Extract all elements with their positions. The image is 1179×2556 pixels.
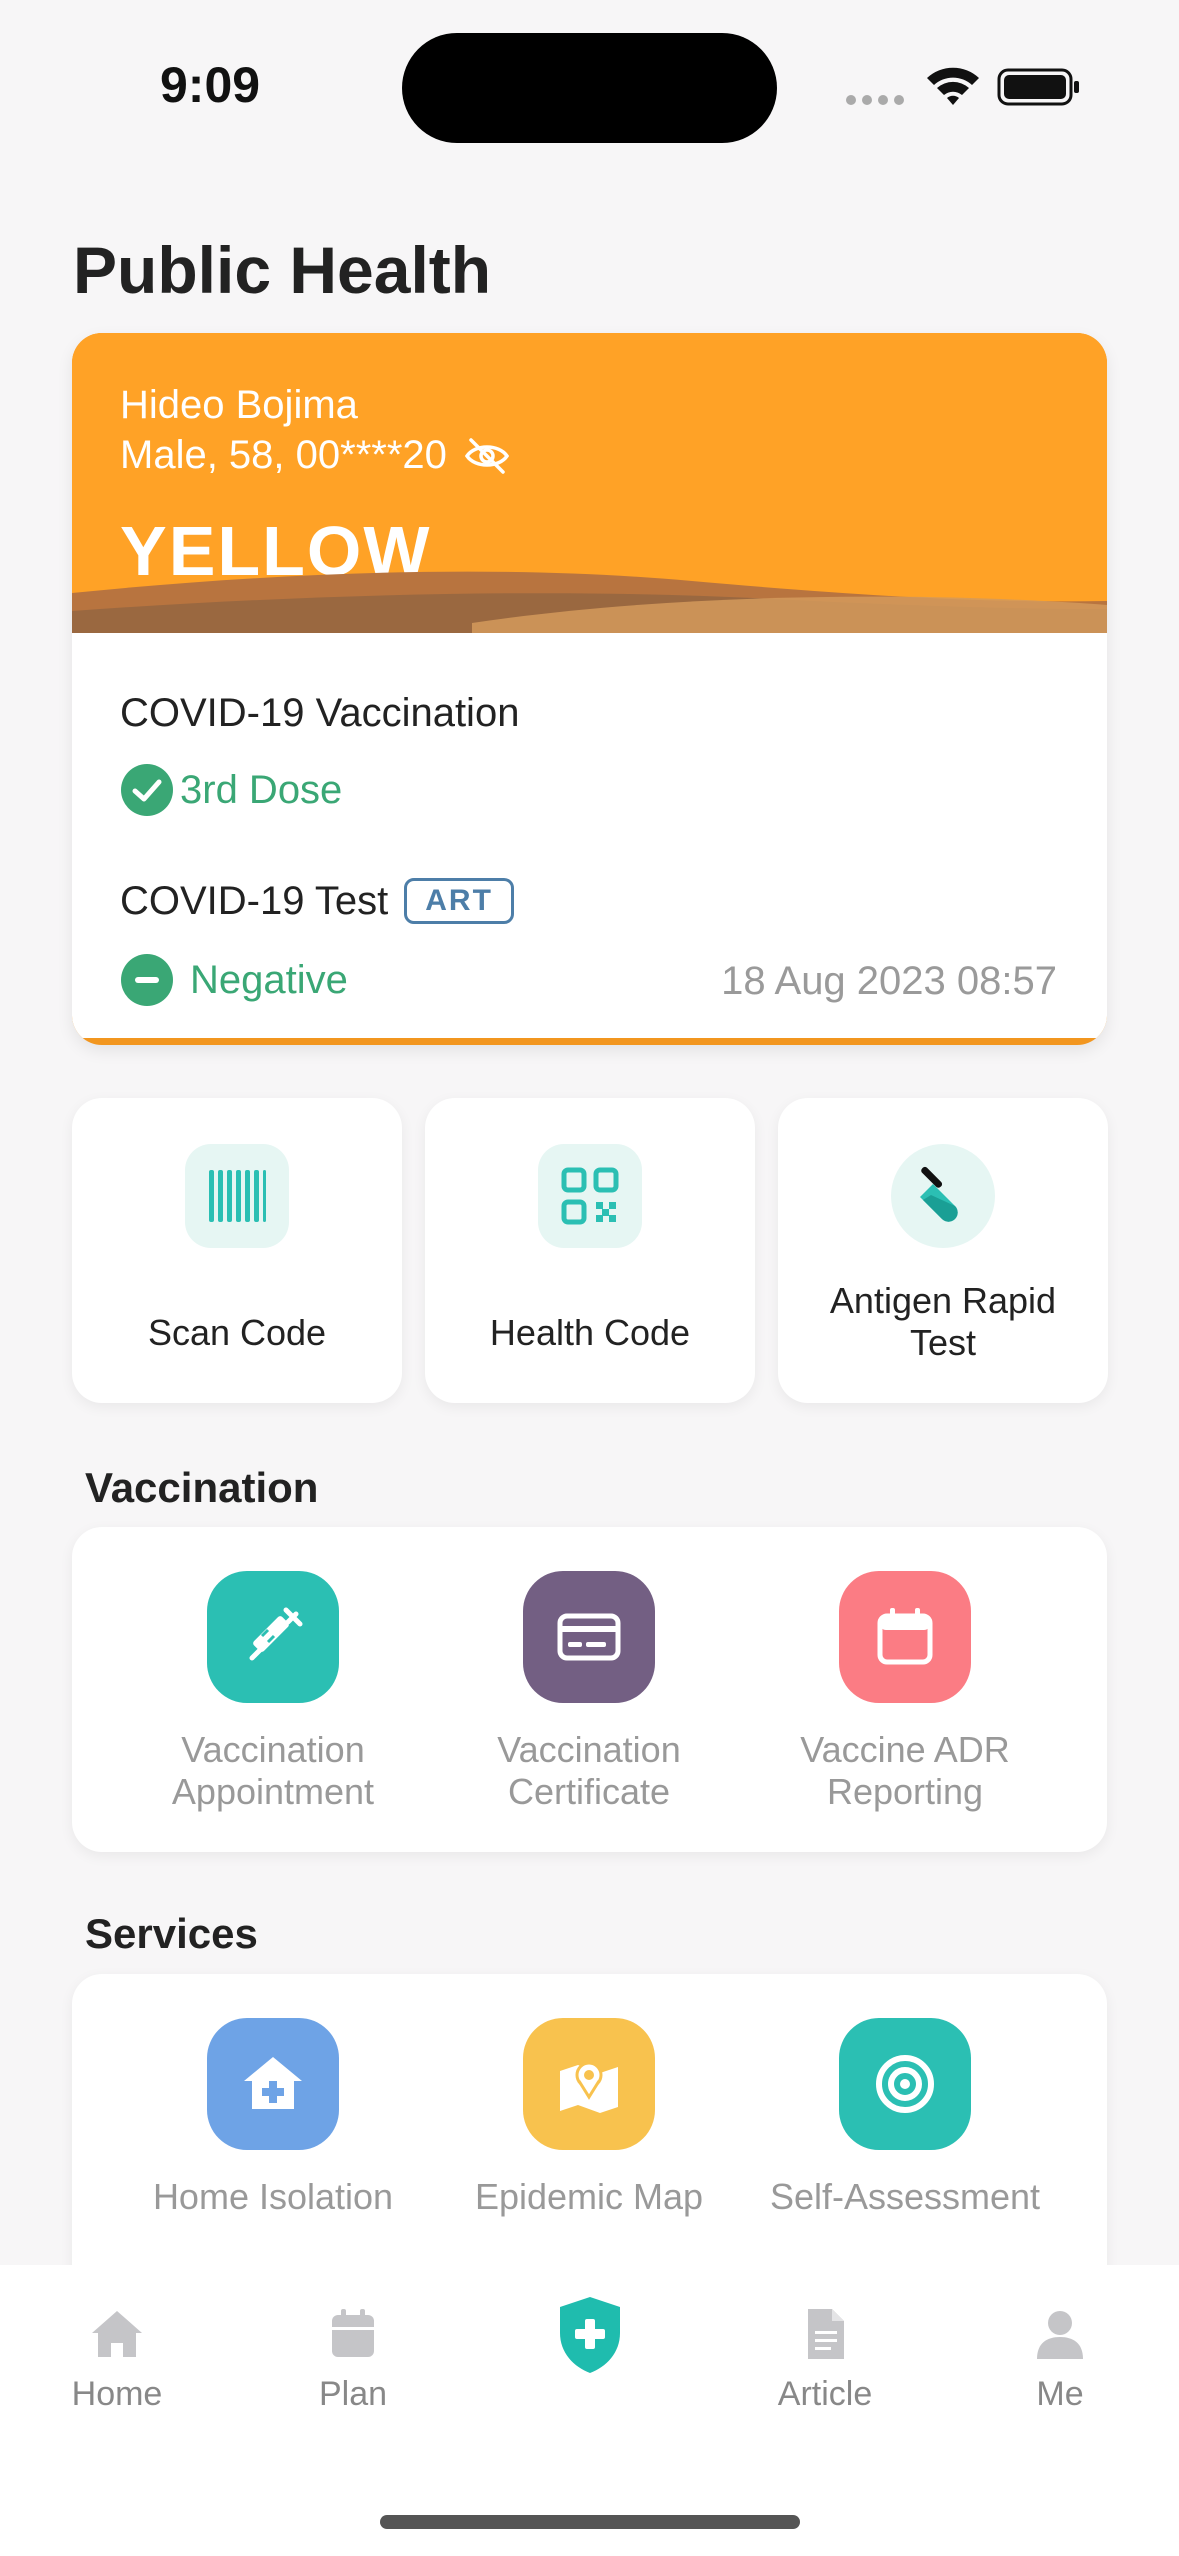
nav-article-label: Article [777, 2375, 873, 2413]
antigen-test-label-line1: Antigen Rapid [829, 1280, 1057, 1321]
calendar-icon-wrap [839, 1571, 971, 1703]
test-date: 18 Aug 2023 08:57 [721, 959, 1057, 1003]
person-icon [1037, 2311, 1083, 2359]
test-type-badge: ART [404, 878, 514, 924]
vaccination-appointment-button[interactable]: Vaccination Appointment [123, 1571, 423, 1813]
nav-home[interactable]: Home [32, 2305, 202, 2414]
vaccination-card: Vaccination Appointment Vaccination Cert… [72, 1527, 1107, 1852]
bottom-nav: Home Plan Article Me [0, 2265, 1179, 2556]
vaccination-appointment-label: Vaccination Appointment [123, 1729, 423, 1813]
health-status-card[interactable]: Hideo Bojima Male, 58, 00****20 YELLOW C… [72, 333, 1107, 1045]
cellular-signal-icon [846, 95, 904, 105]
qr-code-icon [561, 1167, 619, 1225]
status-bar: 9:09 [0, 0, 1179, 170]
status-time: 9:09 [160, 57, 261, 113]
barcode-icon-wrap [185, 1144, 289, 1248]
nav-article[interactable]: Article [740, 2305, 910, 2414]
calendar-icon [332, 2309, 374, 2357]
test-result-text: Negative [190, 957, 348, 1002]
map-icon [560, 2061, 618, 2113]
vaccination-appointment-label-line2: Appointment [171, 1771, 375, 1812]
barcode-icon [209, 1170, 266, 1222]
battery-icon [997, 68, 1079, 106]
nav-public-health[interactable] [505, 2293, 675, 2389]
antigen-test-label: Antigen Rapid Test [778, 1280, 1108, 1364]
calendar-icon [877, 1608, 933, 1665]
shield-medical-icon [560, 2297, 620, 2373]
epidemic-map-button[interactable]: Epidemic Map [439, 2018, 739, 2218]
home-isolation-button[interactable]: Home Isolation [123, 2018, 423, 2218]
home-medical-icon-wrap [207, 2018, 339, 2150]
scan-code-button[interactable]: Scan Code [72, 1098, 402, 1403]
page-title: Public Health [73, 233, 492, 307]
syringe-icon-wrap [207, 1571, 339, 1703]
vaccine-adr-label: Vaccine ADR Reporting [755, 1729, 1055, 1813]
dose-text: 3rd Dose [180, 767, 343, 812]
vaccination-title: COVID-19 Vaccination [120, 691, 520, 735]
vaccination-section-title: Vaccination [85, 1464, 319, 1511]
nav-me-label: Me [1036, 2375, 1084, 2413]
user-details: Male, 58, 00****20 [120, 433, 447, 477]
test-tube-icon-wrap [891, 1144, 995, 1248]
card-icon-wrap [523, 1571, 655, 1703]
minus-circle-icon [121, 954, 173, 1006]
map-icon-wrap [523, 2018, 655, 2150]
test-tube-icon [920, 1166, 958, 1222]
antigen-test-label-line2: Test [909, 1322, 977, 1363]
wave-decoration [72, 571, 1107, 638]
services-section-title: Services [85, 1910, 258, 1957]
status-details: COVID-19 Vaccination 3rd Dose COVID-19 T… [72, 633, 1107, 1038]
scan-code-label: Scan Code [147, 1312, 327, 1353]
home-indicator [380, 2515, 800, 2529]
target-icon-wrap [839, 2018, 971, 2150]
user-name: Hideo Bojima [120, 383, 358, 427]
qr-code-icon-wrap [538, 1144, 642, 1248]
vaccine-adr-label-line1: Vaccine ADR [800, 1729, 1010, 1770]
vaccination-certificate-label-line1: Vaccination [497, 1729, 681, 1770]
epidemic-map-label: Epidemic Map [474, 2176, 704, 2217]
test-header: COVID-19 Test ART [120, 878, 514, 924]
test-title: COVID-19 Test [120, 878, 389, 923]
vaccination-certificate-label-line2: Certificate [507, 1771, 671, 1812]
user-info: Male, 58, 00****20 [120, 433, 511, 478]
vaccination-certificate-label: Vaccination Certificate [439, 1729, 739, 1813]
vaccine-adr-reporting-button[interactable]: Vaccine ADR Reporting [755, 1571, 1055, 1813]
health-code-label: Health Code [489, 1312, 691, 1353]
self-assessment-button[interactable]: Self-Assessment [755, 2018, 1055, 2218]
status-header: Hideo Bojima Male, 58, 00****20 YELLOW [72, 333, 1107, 638]
syringe-icon [249, 1607, 303, 1661]
antigen-rapid-test-button[interactable]: Antigen Rapid Test [778, 1098, 1108, 1403]
home-isolation-label: Home Isolation [152, 2176, 394, 2217]
health-code-button[interactable]: Health Code [425, 1098, 755, 1403]
self-assessment-label: Self-Assessment [769, 2176, 1041, 2217]
dose-status: 3rd Dose [120, 763, 342, 817]
wifi-icon [927, 67, 979, 105]
vaccination-certificate-button[interactable]: Vaccination Certificate [439, 1571, 739, 1813]
nav-plan-label: Plan [318, 2375, 388, 2413]
card-icon [557, 1613, 621, 1661]
document-icon [808, 2309, 844, 2359]
test-result: Negative [120, 953, 348, 1007]
vaccine-adr-label-line2: Reporting [826, 1771, 984, 1812]
vaccination-appointment-label-line1: Vaccination [181, 1729, 365, 1770]
home-icon [92, 2311, 142, 2357]
target-icon [876, 2055, 934, 2113]
nav-plan[interactable]: Plan [268, 2305, 438, 2414]
check-circle-icon [121, 764, 173, 816]
home-medical-icon [244, 2057, 302, 2109]
nav-home-label: Home [71, 2375, 163, 2413]
nav-me[interactable]: Me [975, 2305, 1145, 2414]
eye-off-icon[interactable] [463, 436, 511, 476]
dynamic-island [402, 33, 777, 143]
